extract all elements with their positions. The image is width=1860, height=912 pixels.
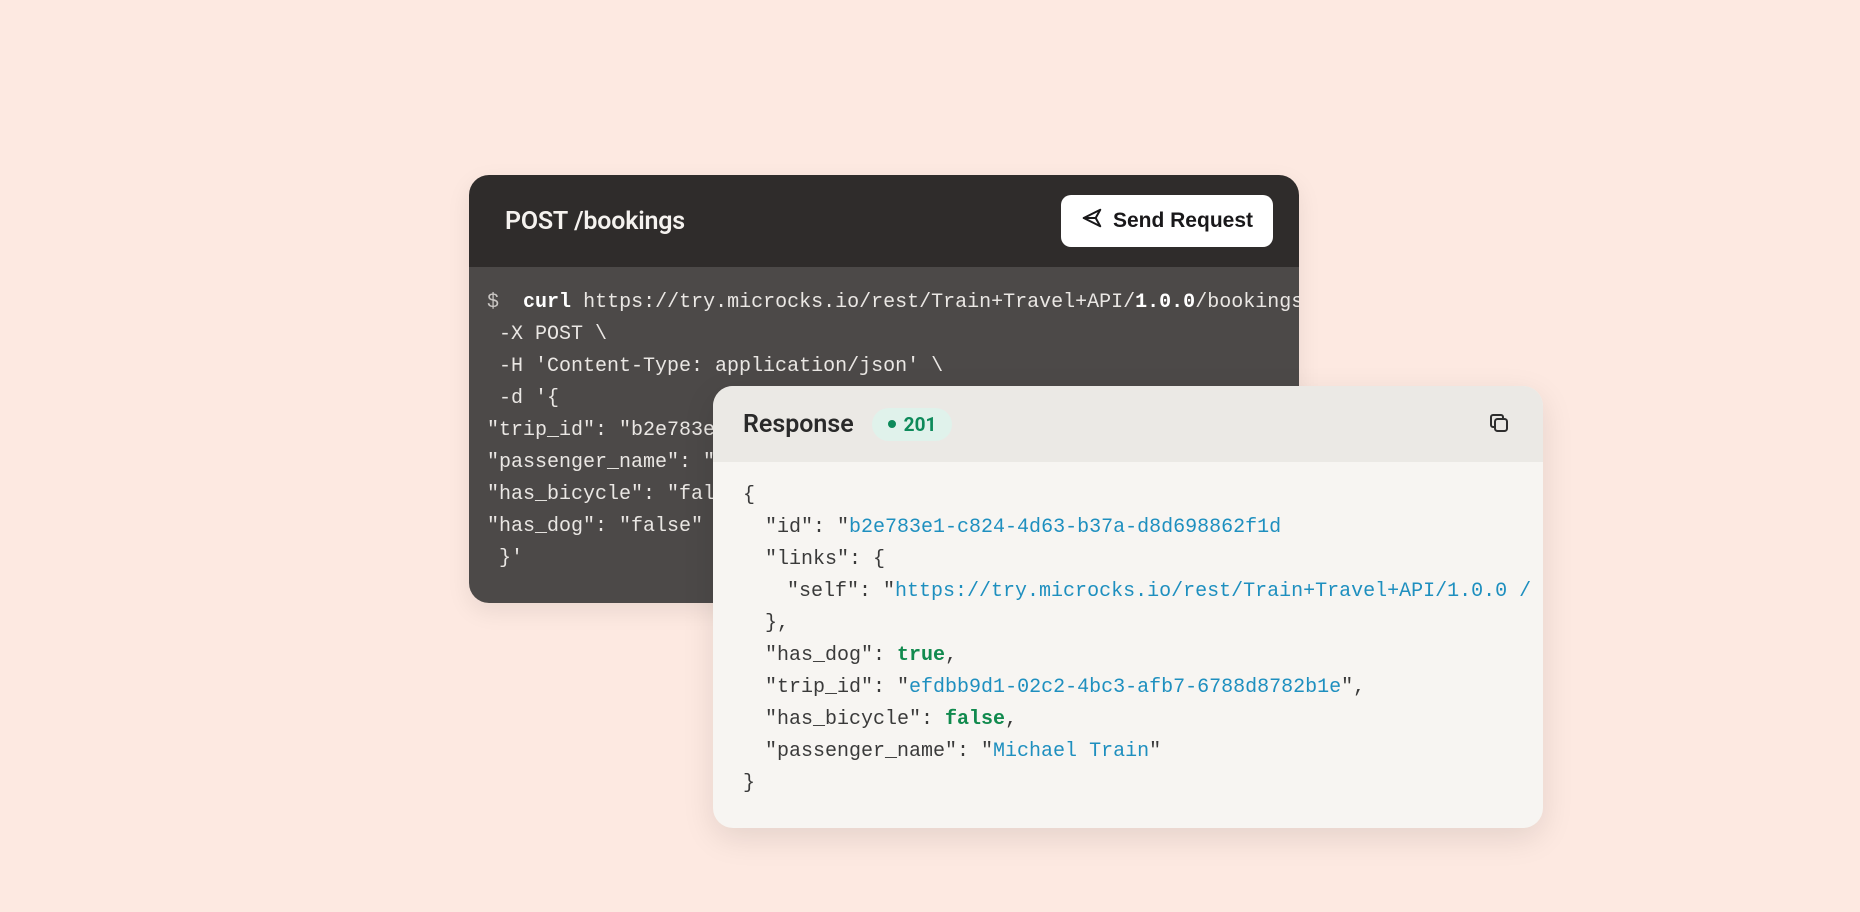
copy-icon — [1487, 411, 1511, 438]
response-title: Response — [743, 410, 854, 439]
request-header: POST /bookings Send Request — [469, 175, 1299, 267]
http-method: POST — [505, 207, 568, 236]
response-header: Response 201 — [713, 386, 1543, 462]
request-title: POST /bookings — [505, 207, 685, 236]
response-card: Response 201 { "id": "b2e783e1-c824-4d63… — [713, 386, 1543, 828]
curl-line-header: -H 'Content-Type: application/json' \ — [469, 351, 1299, 383]
send-label: Send Request — [1113, 209, 1253, 233]
curl-line-1: $ curl https://try.microcks.io/rest/Trai… — [469, 287, 1299, 319]
status-dot-icon — [888, 420, 896, 428]
send-request-button[interactable]: Send Request — [1061, 195, 1273, 247]
response-json: { "id": "b2e783e1-c824-4d63-b37a-d8d6988… — [713, 462, 1543, 828]
copy-button[interactable] — [1481, 406, 1517, 442]
status-code: 201 — [904, 413, 937, 436]
status-badge: 201 — [872, 408, 953, 441]
send-icon — [1081, 207, 1103, 235]
curl-line-method: -X POST \ — [469, 319, 1299, 351]
http-path: /bookings — [574, 207, 685, 236]
